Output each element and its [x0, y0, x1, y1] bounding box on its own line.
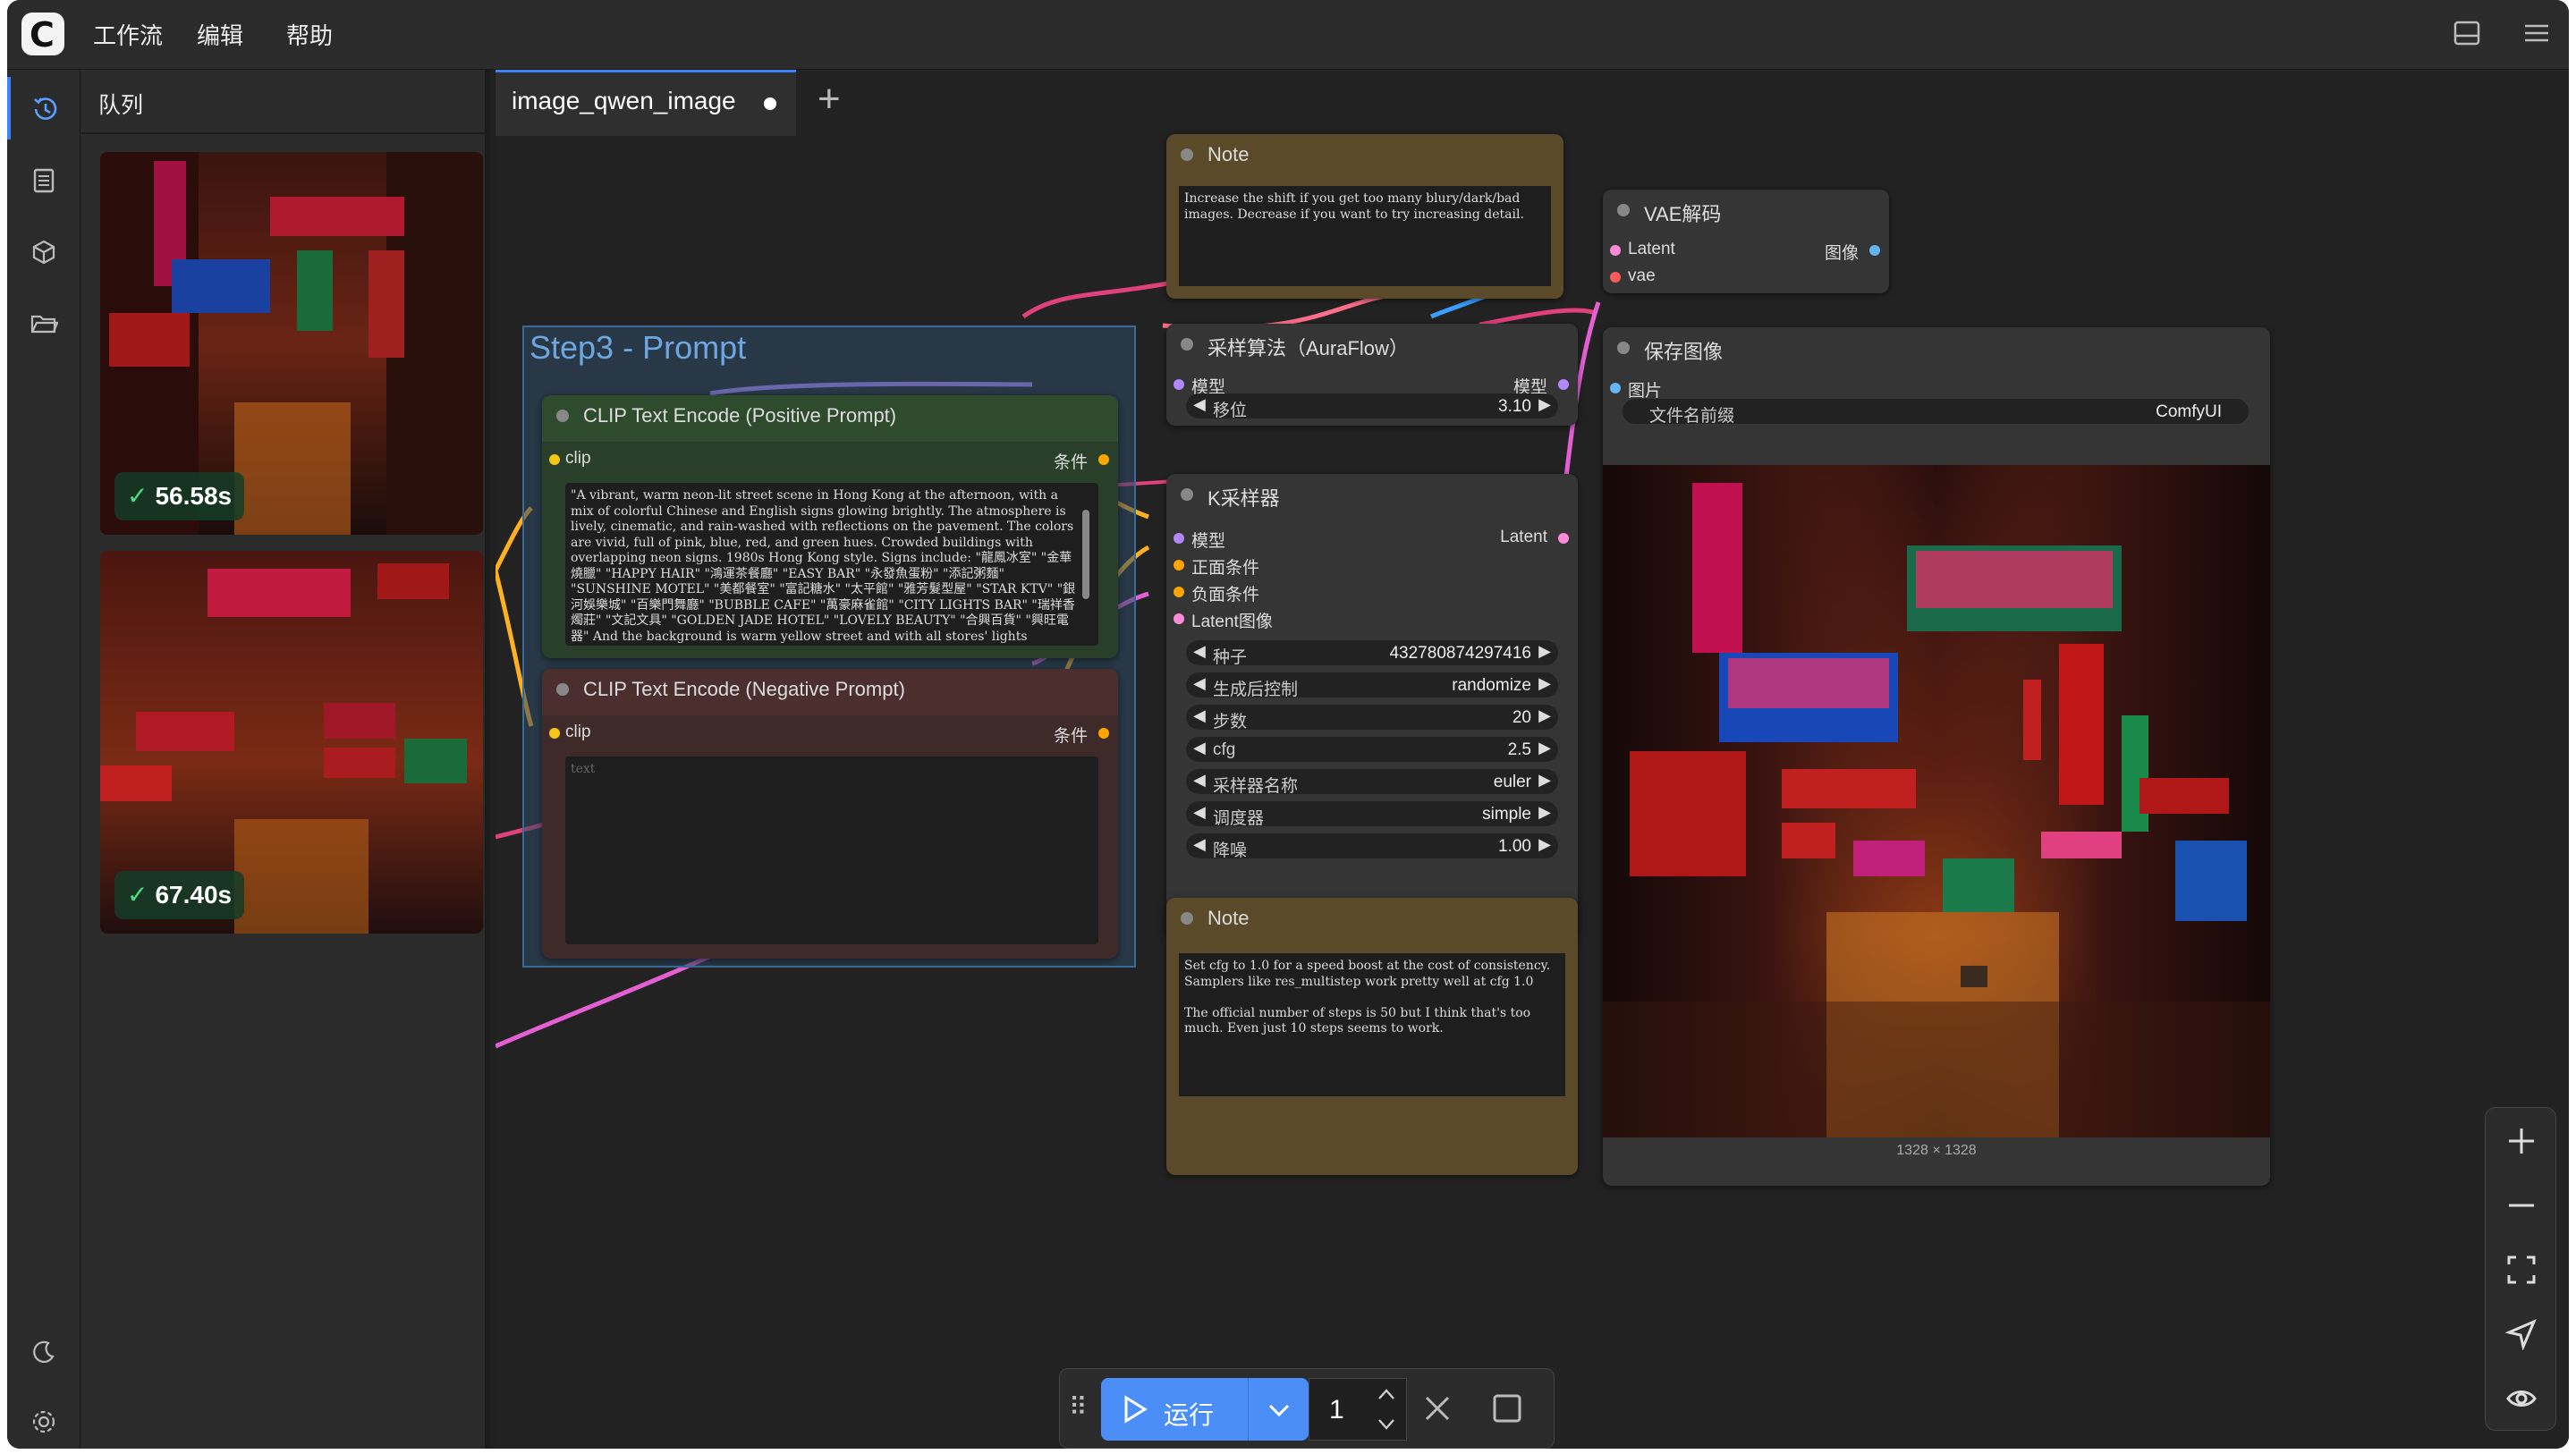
seed-widget[interactable]: ◀ 种子 432780874297416 ▶: [1186, 640, 1558, 667]
app-window: C 工作流 编辑 帮助 队列 ✓ 56.58s ✓ 67.40s image_q…: [7, 0, 2569, 1449]
input-pin[interactable]: [1174, 379, 1184, 390]
node-status-dot: [1617, 342, 1630, 354]
hamburger-icon[interactable]: [2519, 18, 2555, 54]
run-button[interactable]: 运行: [1101, 1378, 1309, 1441]
textarea-scrollbar[interactable]: [1082, 510, 1089, 599]
steps-widget[interactable]: ◀ 步数 20 ▶: [1186, 705, 1558, 731]
chevron-down-icon: [1378, 1419, 1394, 1430]
graph-canvas[interactable]: image_qwen_image + Step3 - Prompt CLIP T…: [496, 70, 2569, 1449]
output-pin[interactable]: [1098, 454, 1109, 465]
input-pin[interactable]: [1610, 245, 1621, 256]
node-save-image[interactable]: 保存图像 图片 文件名前缀 ComfyUI 1328 × 1328: [1603, 327, 2270, 1186]
chevron-down-icon[interactable]: [1248, 1378, 1309, 1441]
note-text[interactable]: Set cfg to 1.0 for a speed boost at the …: [1179, 953, 1565, 1096]
left-sidebar: [7, 70, 80, 1449]
input-pin[interactable]: [1610, 272, 1621, 283]
node-clip-positive[interactable]: CLIP Text Encode (Positive Prompt) clip …: [542, 395, 1118, 658]
gear-icon[interactable]: [7, 1390, 80, 1449]
moon-icon[interactable]: [7, 1320, 80, 1382]
shift-widget[interactable]: ◀ 移位 3.10 ▶: [1186, 393, 1558, 420]
output-pin[interactable]: [1098, 728, 1109, 739]
cube-icon[interactable]: [7, 220, 80, 283]
node-model-sampling-auraflow[interactable]: 采样算法（AuraFlow） 模型 模型 ◀ 移位 3.10 ▶: [1166, 324, 1578, 426]
run-toolbar: ⠿ 运行 1: [1059, 1368, 1555, 1449]
input-pin[interactable]: [1174, 613, 1184, 624]
negative-prompt-textarea[interactable]: text: [565, 757, 1098, 944]
queue-item-duration-badge: ✓ 67.40s: [114, 871, 245, 919]
node-status-dot: [556, 410, 569, 422]
fit-view-icon[interactable]: [2486, 1237, 2557, 1299]
note-text[interactable]: Increase the shift if you get too many b…: [1179, 186, 1551, 286]
zoom-toolbar: [2485, 1107, 2556, 1431]
drag-handle-icon[interactable]: ⠿: [1069, 1392, 1088, 1422]
history-icon[interactable]: [7, 77, 80, 139]
output-image-preview[interactable]: [1603, 465, 2270, 1137]
control-after-generate-widget[interactable]: ◀ 生成后控制 randomize ▶: [1186, 672, 1558, 699]
stop-icon[interactable]: [1491, 1392, 1523, 1429]
positive-prompt-textarea[interactable]: "A vibrant, warm neon-lit street scene i…: [565, 483, 1098, 646]
queue-item-thumbnail[interactable]: ✓ 67.40s: [100, 551, 483, 934]
node-status-dot: [1181, 148, 1193, 161]
top-menu-bar: C 工作流 编辑 帮助: [7, 0, 2569, 70]
play-icon: [1124, 1395, 1148, 1424]
menu-edit[interactable]: 编辑: [197, 18, 243, 51]
output-pin[interactable]: [1558, 379, 1569, 390]
scheduler-widget[interactable]: ◀ 调度器 simple ▶: [1186, 801, 1558, 828]
close-icon[interactable]: [1421, 1392, 1453, 1429]
node-status-dot: [1181, 488, 1193, 501]
increment-icon: ▶: [1538, 395, 1551, 413]
input-pin[interactable]: [1174, 587, 1184, 597]
node-status-dot: [1181, 338, 1193, 351]
output-pin[interactable]: [1558, 533, 1569, 544]
filename-prefix-widget[interactable]: 文件名前缀 ComfyUI: [1623, 399, 2249, 426]
navigate-icon[interactable]: [2486, 1301, 2557, 1364]
eye-icon[interactable]: [2486, 1365, 2557, 1428]
decrement-icon: ◀: [1193, 395, 1206, 413]
node-status-dot: [1617, 204, 1630, 216]
node-note-shift[interactable]: Note Increase the shift if you get too m…: [1166, 134, 1563, 299]
queue-title: 队列: [98, 93, 144, 118]
input-pin[interactable]: [549, 728, 560, 739]
image-dimensions: 1328 × 1328: [1896, 1143, 1977, 1158]
input-pin[interactable]: [549, 454, 560, 465]
node-clip-negative[interactable]: CLIP Text Encode (Negative Prompt) clip …: [542, 669, 1118, 959]
document-icon[interactable]: [7, 148, 80, 211]
layout-icon[interactable]: [2449, 18, 2485, 54]
chevron-up-icon: [1378, 1389, 1394, 1399]
node-note-cfg[interactable]: Note Set cfg to 1.0 for a speed boost at…: [1166, 898, 1578, 1175]
plus-icon[interactable]: [2486, 1108, 2557, 1171]
menu-workflow[interactable]: 工作流: [93, 18, 163, 51]
app-logo[interactable]: C: [21, 13, 64, 55]
batch-count-input[interactable]: 1: [1309, 1378, 1407, 1441]
node-vae-decode[interactable]: VAE解码 Latent vae 图像: [1603, 190, 1889, 293]
input-pin[interactable]: [1610, 383, 1621, 393]
queue-panel: 队列 ✓ 56.58s ✓ 67.40s: [80, 70, 490, 1449]
minus-icon[interactable]: [2486, 1172, 2557, 1235]
input-pin[interactable]: [1174, 533, 1184, 544]
group-title: Step3 - Prompt: [530, 329, 747, 366]
output-pin[interactable]: [1869, 245, 1880, 256]
cfg-widget[interactable]: ◀ cfg 2.5 ▶: [1186, 737, 1558, 762]
sampler-name-widget[interactable]: ◀ 采样器名称 euler ▶: [1186, 769, 1558, 796]
node-status-dot: [556, 683, 569, 696]
menu-help[interactable]: 帮助: [286, 18, 333, 51]
queue-item-duration-badge: ✓ 56.58s: [114, 472, 245, 520]
queue-item-thumbnail[interactable]: ✓ 56.58s: [100, 152, 483, 535]
input-pin[interactable]: [1174, 560, 1184, 571]
node-ksampler[interactable]: K采样器 模型 正面条件 负面条件 Latent图像 Latent ◀ 种子 432…: [1166, 474, 1578, 939]
denoise-widget[interactable]: ◀ 降噪 1.00 ▶: [1186, 833, 1558, 860]
folder-icon[interactable]: [7, 292, 80, 354]
node-status-dot: [1181, 912, 1193, 925]
